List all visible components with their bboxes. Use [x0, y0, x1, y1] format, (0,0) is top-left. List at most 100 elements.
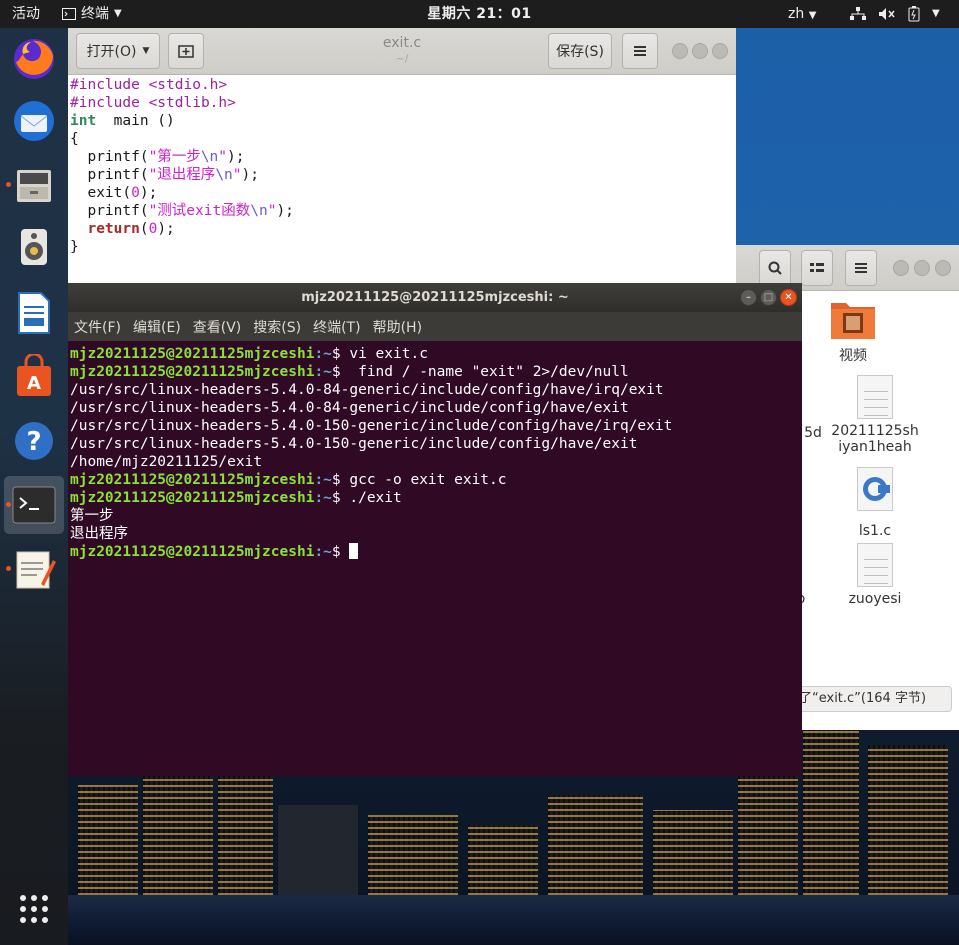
- menu-button[interactable]: [845, 250, 877, 286]
- output-text: 退出程序: [70, 526, 128, 542]
- c-source-icon: [857, 467, 893, 511]
- input-method-menu[interactable]: zh ▼: [788, 0, 816, 28]
- dock-text-editor[interactable]: [4, 540, 64, 598]
- battery-icon: [908, 6, 920, 22]
- prompt-user: mjz20211125@20211125mjzceshi: [70, 472, 315, 488]
- menu-search[interactable]: 搜索(S): [253, 317, 301, 337]
- file-label: 视频: [839, 348, 867, 364]
- partial-file-label: 5d: [804, 425, 822, 441]
- code-token: <stdlib.h>: [148, 95, 236, 111]
- system-tray[interactable]: ▼: [850, 0, 940, 28]
- code-token: }: [70, 239, 79, 255]
- command-text: $ vi exit.c: [331, 346, 428, 362]
- dock-rhythmbox[interactable]: [4, 218, 64, 276]
- code-token: exit(: [70, 185, 132, 201]
- terminal-output-line: /usr/src/linux-headers-5.4.0-84-generic/…: [70, 381, 798, 399]
- thunderbird-icon: [14, 101, 54, 141]
- open-label: 打开(O): [86, 44, 137, 60]
- file-item[interactable]: zuoyesi: [825, 543, 925, 607]
- firefox-icon: [14, 39, 54, 79]
- save-button[interactable]: 保存(S): [548, 33, 612, 69]
- menu-help[interactable]: 帮助(H): [373, 317, 422, 337]
- code-line: {: [70, 130, 734, 148]
- dock-files[interactable]: [4, 156, 64, 214]
- terminal-output[interactable]: mjz20211125@20211125mjzceshi:~$ vi exit.…: [70, 345, 798, 561]
- water: [68, 895, 959, 945]
- code-line: int main (): [70, 112, 734, 130]
- file-item[interactable]: ls1.c: [825, 467, 925, 539]
- minimize-button[interactable]: [893, 260, 909, 276]
- code-token: ": [232, 167, 242, 183]
- new-tab-icon: [178, 45, 194, 58]
- code-token: "测试exit函数: [148, 203, 251, 219]
- menu-file[interactable]: 文件(F): [74, 317, 121, 337]
- text-file-icon: [857, 375, 893, 419]
- code-line: #include <stdio.h>: [70, 76, 734, 94]
- chevron-down-icon: ▼: [932, 8, 940, 19]
- code-token: );: [276, 203, 294, 219]
- file-label: 20211125sh iyan1heah: [831, 423, 919, 455]
- maximize-button[interactable]: [914, 260, 930, 276]
- code-token: );: [139, 185, 158, 201]
- code-token: main (): [96, 113, 175, 129]
- code-editor[interactable]: #include <stdio.h> #include <stdlib.h> int…: [70, 76, 734, 256]
- view-toggle-button[interactable]: [801, 250, 833, 286]
- minimize-button[interactable]: –: [740, 289, 757, 306]
- hamburger-icon: [855, 263, 867, 273]
- menu-terminal[interactable]: 终端(T): [313, 317, 360, 337]
- chevron-down-icon: ▼: [808, 10, 817, 21]
- new-document-button[interactable]: [168, 33, 204, 69]
- terminal-output-line: /usr/src/linux-headers-5.4.0-84-generic/…: [70, 399, 798, 417]
- code-token: (: [139, 221, 149, 237]
- dock-show-apps[interactable]: [4, 880, 64, 938]
- menu-view[interactable]: 查看(V): [193, 317, 242, 337]
- menu-edit[interactable]: 编辑(E): [133, 317, 181, 337]
- code-token: int: [70, 113, 97, 129]
- prompt-path: :~: [314, 544, 332, 560]
- maximize-button[interactable]: [692, 43, 708, 59]
- document-title: exit.c: [382, 35, 422, 51]
- dock-software[interactable]: A: [4, 348, 64, 406]
- file-label: ls1.c: [858, 523, 892, 539]
- minimize-button[interactable]: [672, 43, 688, 59]
- dock: A ?: [0, 28, 68, 945]
- terminal-command-line: mjz20211125@20211125mjzceshi:~$ vi exit.…: [70, 345, 798, 363]
- terminal-output-line: /home/mjz20211125/exit: [70, 453, 798, 471]
- svg-text:A: A: [27, 373, 41, 394]
- terminal-command-line: mjz20211125@20211125mjzceshi:~$ gcc -o e…: [70, 471, 798, 489]
- close-button[interactable]: [935, 260, 951, 276]
- open-button[interactable]: 打开(O) ▼: [76, 33, 160, 69]
- save-label: 保存(S): [556, 44, 604, 60]
- file-item[interactable]: 20211125sh iyan1heah: [825, 375, 925, 455]
- dock-terminal[interactable]: [4, 476, 64, 534]
- terminal-command-line: mjz20211125@20211125mjzceshi:~$: [70, 543, 798, 561]
- maximize-button[interactable]: □: [760, 289, 777, 306]
- prompt-path: :~: [314, 346, 332, 362]
- close-button[interactable]: ✕: [780, 289, 797, 306]
- dock-firefox[interactable]: [4, 30, 64, 88]
- code-token: \n: [250, 203, 268, 219]
- help-icon: ?: [15, 422, 53, 460]
- output-text: /home/mjz20211125/exit: [70, 454, 263, 470]
- text-file-icon: [857, 543, 893, 587]
- search-button[interactable]: [759, 250, 791, 286]
- svg-text:?: ?: [26, 427, 41, 457]
- terminal-menubar: 文件(F) 编辑(E) 查看(V) 搜索(S) 终端(T) 帮助(H): [68, 312, 802, 341]
- code-line: printf("退出程序\n");: [70, 166, 734, 184]
- hamburger-icon: [634, 46, 646, 56]
- close-button[interactable]: [712, 43, 728, 59]
- dock-thunderbird[interactable]: [4, 92, 64, 150]
- code-token: "退出程序: [148, 167, 216, 183]
- file-item[interactable]: 视频: [803, 297, 903, 365]
- app-grid-icon: [20, 895, 48, 923]
- dock-writer[interactable]: [4, 284, 64, 342]
- prompt-path: :~: [314, 364, 332, 380]
- video-folder-icon: [831, 303, 875, 339]
- dock-help[interactable]: ?: [4, 412, 64, 470]
- code-line: exit(0);: [70, 184, 734, 202]
- file-label: zuoyesi: [848, 591, 902, 607]
- prompt-user: mjz20211125@20211125mjzceshi: [70, 346, 315, 362]
- command-text: $ gcc -o exit exit.c: [331, 472, 507, 488]
- code-token: );: [227, 149, 245, 165]
- menu-button[interactable]: [622, 33, 658, 69]
